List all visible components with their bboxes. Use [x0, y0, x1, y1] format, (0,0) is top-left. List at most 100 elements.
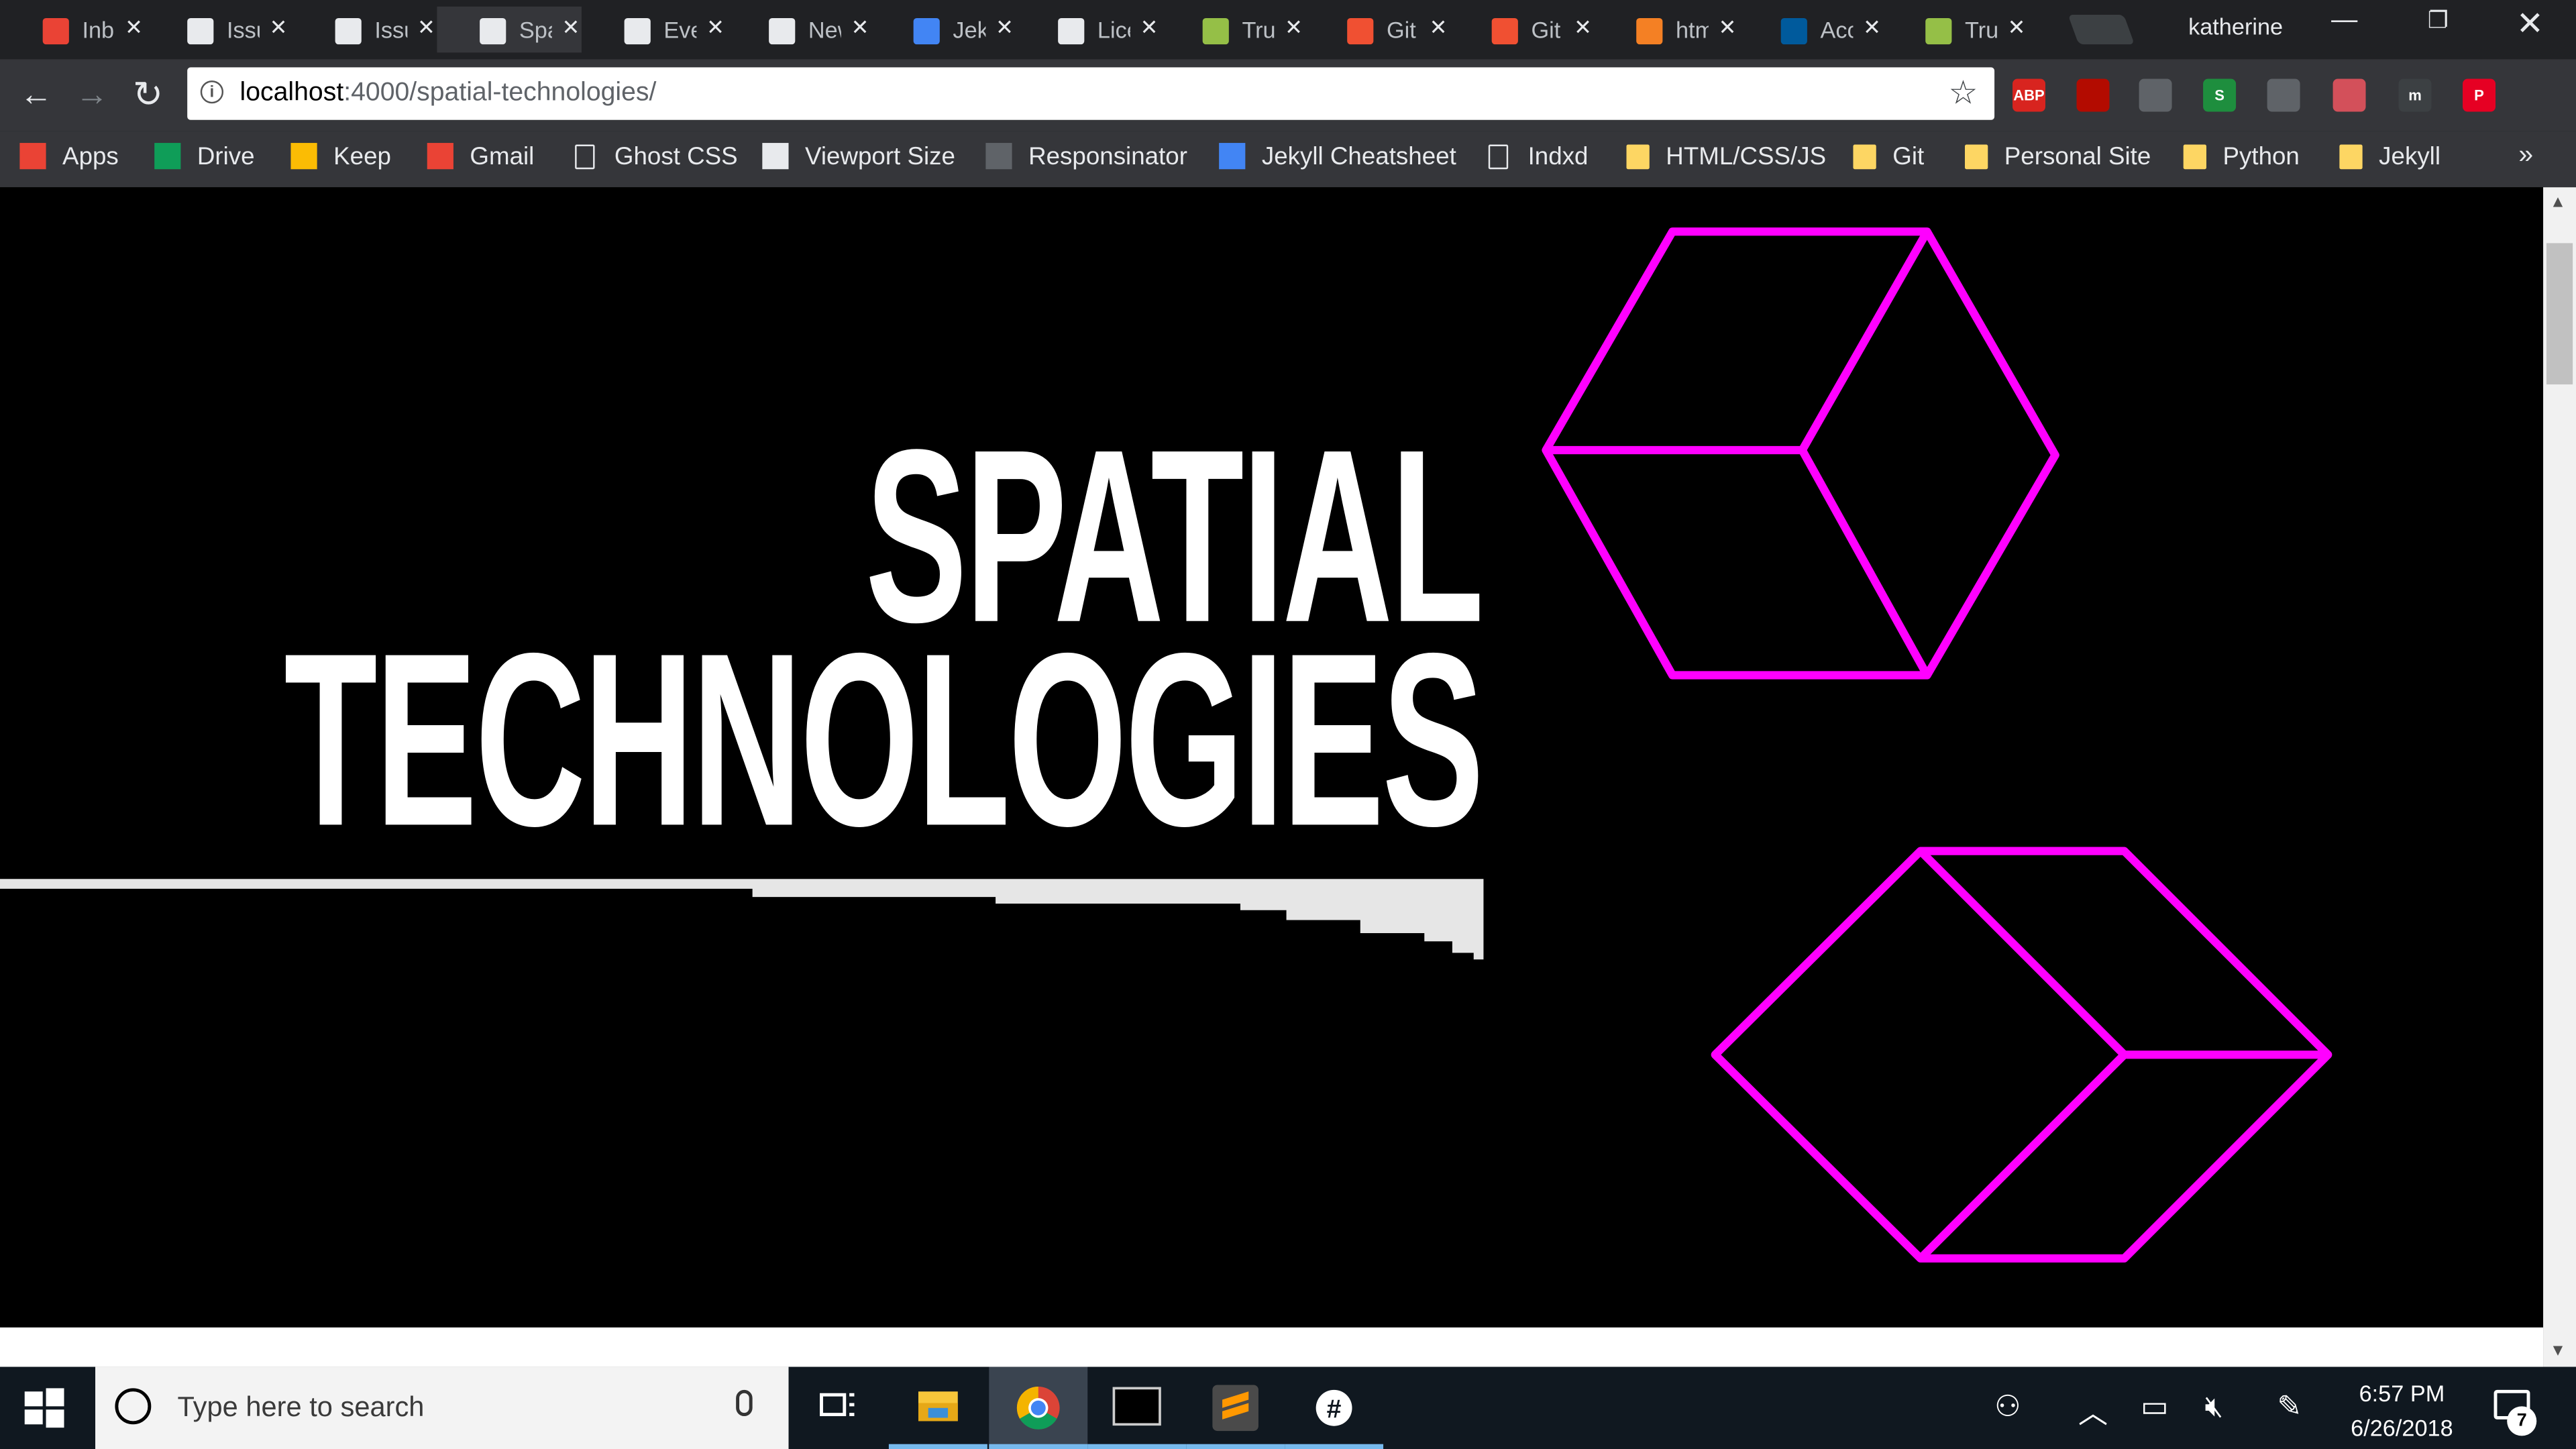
- scroll-down-icon[interactable]: ▼: [2550, 1342, 2566, 1360]
- page-scrollbar[interactable]: ▲ ▼: [2543, 187, 2576, 1367]
- tab-close-icon[interactable]: ✕: [851, 15, 869, 41]
- scroll-up-icon[interactable]: ▲: [2550, 194, 2566, 212]
- back-icon[interactable]: ←: [16, 77, 56, 115]
- site-info-icon[interactable]: i: [200, 80, 224, 104]
- bookmark-item[interactable]: Git: [1853, 143, 1924, 176]
- tab-7[interactable]: License ✕: [1015, 7, 1160, 53]
- sublime-icon[interactable]: [1186, 1367, 1285, 1449]
- page-icon: [480, 17, 506, 45]
- bookmark-item[interactable]: Responsinator: [985, 143, 1187, 176]
- tab-5[interactable]: New ✕: [726, 7, 871, 53]
- bookmark-item[interactable]: Jekyll: [2339, 143, 2440, 176]
- address-bar[interactable]: i localhost:4000/spatial-technologies/ ☆: [187, 67, 1995, 120]
- task-view-icon[interactable]: [789, 1367, 888, 1449]
- cube-upper: [1542, 227, 2059, 680]
- browser-toolbar: ← → ↻ i localhost:4000/spatial-technolog…: [0, 59, 2576, 131]
- profile-name[interactable]: katherine: [2188, 13, 2283, 40]
- windows-start-icon[interactable]: [23, 1387, 66, 1430]
- tab-title: New: [808, 16, 841, 43]
- taskbar-search-box[interactable]: Type here to search: [95, 1366, 789, 1449]
- bookmark-star-icon[interactable]: ☆: [1949, 72, 1978, 113]
- volume-muted-icon[interactable]: 🔇︎: [2205, 1390, 2224, 1424]
- tab-close-icon[interactable]: ✕: [1140, 15, 1159, 41]
- tab-1[interactable]: Issues ✕: [145, 7, 290, 53]
- s-extension-icon[interactable]: S: [2203, 78, 2237, 112]
- tab-close-icon[interactable]: ✕: [1430, 15, 1448, 41]
- tab-8[interactable]: Trust ✕: [1160, 7, 1305, 53]
- tab-close-icon[interactable]: ✕: [1863, 15, 1881, 41]
- file-explorer-icon[interactable]: [888, 1367, 987, 1449]
- tab-10[interactable]: Git ✕: [1449, 7, 1594, 53]
- tab-6[interactable]: Jekyll ✕: [871, 7, 1016, 53]
- tab-0[interactable]: Inbox ✕: [0, 7, 145, 53]
- tab-title: Git: [1386, 16, 1416, 43]
- tab-close-icon[interactable]: ✕: [417, 15, 435, 41]
- bulb-extension-icon[interactable]: [2267, 78, 2300, 112]
- pen-icon[interactable]: ✎: [2277, 1390, 2302, 1424]
- battery-icon[interactable]: ▭: [2141, 1390, 2169, 1424]
- bookmark-label: HTML/CSS/JS: [1666, 143, 1827, 171]
- gmail-icon: [42, 17, 69, 45]
- bookmark-item[interactable]: Indxd: [1485, 143, 1588, 176]
- cortana-icon[interactable]: [115, 1388, 152, 1425]
- bookmark-label: Keep: [333, 143, 391, 171]
- url-text: localhost:4000/spatial-technologies/: [240, 79, 657, 109]
- drive-icon: [154, 143, 181, 170]
- close-window-icon[interactable]: ✕: [2510, 3, 2550, 44]
- bookmark-item[interactable]: Viewport Size: [762, 143, 955, 176]
- forward-icon[interactable]: →: [72, 77, 112, 115]
- stackoverflow-icon: [1636, 17, 1663, 45]
- tab-11[interactable]: html ✕: [1594, 7, 1739, 53]
- notification-count-badge: 7: [2507, 1406, 2537, 1436]
- tab-close-icon[interactable]: ✕: [125, 15, 143, 41]
- clock-time: 6:57 PM: [2359, 1380, 2445, 1407]
- tab-2[interactable]: Issues ✕: [292, 7, 437, 53]
- scroll-thumb[interactable]: [2546, 243, 2573, 385]
- tab-close-icon[interactable]: ✕: [706, 15, 724, 41]
- terminal-icon[interactable]: [1087, 1367, 1187, 1449]
- chrome-icon[interactable]: [989, 1366, 1088, 1449]
- tab-close-icon[interactable]: ✕: [1719, 15, 1737, 41]
- show-hidden-icons[interactable]: ︿: [2078, 1390, 2108, 1433]
- people-icon[interactable]: ⚇: [1994, 1390, 2021, 1424]
- tab-close-icon[interactable]: ✕: [1574, 15, 1592, 41]
- tab-close-icon[interactable]: ✕: [996, 15, 1014, 41]
- adblock-plus-icon[interactable]: ABP: [2012, 78, 2046, 112]
- tab-13[interactable]: Trust ✕: [1883, 7, 2028, 53]
- restore-icon[interactable]: ❐: [2418, 7, 2458, 35]
- bookmark-item[interactable]: Keep: [290, 143, 391, 176]
- acrobat-icon[interactable]: [2076, 78, 2110, 112]
- new-tab-button[interactable]: [2068, 15, 2135, 45]
- reload-icon[interactable]: ↻: [128, 74, 168, 117]
- pocket-icon[interactable]: [2332, 78, 2366, 112]
- search-extension-icon[interactable]: [2139, 78, 2172, 112]
- tab-9[interactable]: Git ✕: [1305, 7, 1450, 53]
- tab-12[interactable]: Accessibility ✕: [1738, 7, 1883, 53]
- shopify-icon: [1925, 17, 1952, 45]
- system-clock[interactable]: 6:57 PM 6/26/2018: [2333, 1377, 2471, 1446]
- tab-title: Accessibility: [1820, 16, 1853, 43]
- minimize-icon[interactable]: —: [2324, 7, 2364, 36]
- bookmark-item[interactable]: HTML/CSS/JS: [1626, 143, 1827, 176]
- microphone-icon[interactable]: [736, 1389, 753, 1417]
- m-extension-icon[interactable]: m: [2398, 78, 2432, 112]
- bookmark-item[interactable]: Ghost CSS: [572, 143, 738, 176]
- bookmark-label: Jekyll Cheatsheet: [1261, 143, 1456, 171]
- page-icon: [769, 17, 796, 45]
- tab-close-icon[interactable]: ✕: [270, 15, 288, 41]
- page-content: SPATIAL TECHNOLOGIES: [0, 187, 2544, 1328]
- bookmark-item[interactable]: Jekyll Cheatsheet: [1219, 143, 1456, 176]
- bookmark-item[interactable]: Python: [2183, 143, 2300, 176]
- bookmark-item[interactable]: Gmail: [427, 143, 534, 176]
- pinterest-icon[interactable]: P: [2463, 78, 2496, 112]
- bookmark-item[interactable]: Apps: [19, 143, 119, 176]
- bookmarks-overflow-icon[interactable]: »: [2518, 142, 2533, 171]
- tab-close-icon[interactable]: ✕: [2008, 15, 2026, 41]
- bookmark-item[interactable]: Drive: [154, 143, 255, 176]
- tab-close-icon[interactable]: ✕: [1285, 15, 1303, 41]
- slack-icon[interactable]: #: [1285, 1367, 1384, 1449]
- tab-4[interactable]: Events ✕: [582, 7, 727, 53]
- tab-close-icon[interactable]: ✕: [562, 15, 580, 41]
- tab-3[interactable]: Spatial ✕: [437, 6, 582, 53]
- bookmark-item[interactable]: Personal Site: [1965, 143, 2151, 176]
